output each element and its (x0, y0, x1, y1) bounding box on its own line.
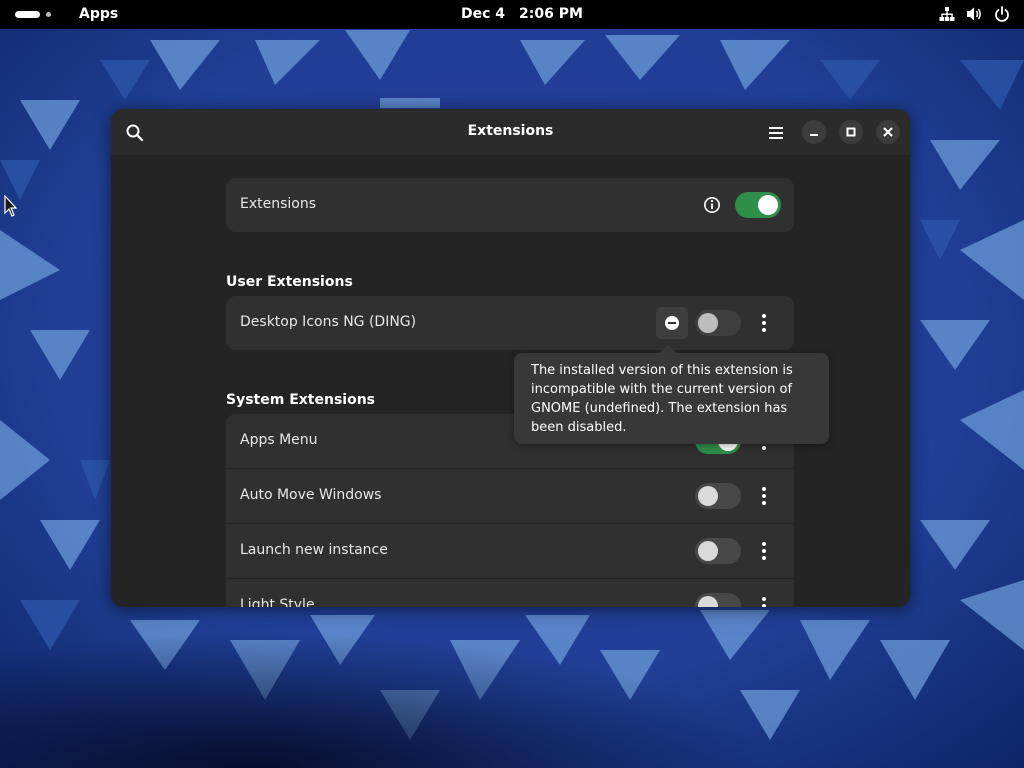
list-item: Light Style (226, 578, 794, 607)
extension-toggle[interactable] (695, 483, 741, 509)
minimize-icon (810, 134, 818, 136)
toggle-knob (698, 596, 718, 607)
extension-name: Launch new instance (240, 542, 388, 558)
maximize-button[interactable] (839, 120, 863, 144)
window-title: Extensions (467, 123, 554, 139)
extensions-master-toggle[interactable] (735, 192, 781, 218)
system-extensions-heading: System Extensions (226, 392, 375, 408)
error-button[interactable] (656, 307, 688, 339)
workspace-dot (46, 12, 51, 17)
extensions-toggle-card: Extensions (226, 178, 794, 232)
extension-toggle[interactable] (695, 593, 741, 607)
network-icon (939, 7, 955, 21)
info-icon[interactable] (703, 196, 721, 214)
toggle-knob (698, 486, 718, 506)
hamburger-menu-icon[interactable] (765, 122, 787, 144)
extensions-toggle-row: Extensions (226, 178, 794, 232)
volume-icon (967, 7, 981, 21)
toggle-knob (698, 541, 718, 561)
close-button[interactable] (876, 120, 900, 144)
toggle-knob (758, 195, 778, 215)
system-tray[interactable] (939, 6, 1010, 22)
more-options-icon[interactable] (754, 484, 774, 508)
more-options-icon[interactable] (754, 594, 774, 607)
mouse-cursor-icon (4, 195, 18, 217)
list-item: Launch new instance (226, 523, 794, 578)
toggle-knob (698, 313, 718, 333)
extension-toggle[interactable] (695, 538, 741, 564)
apps-button[interactable]: Apps (79, 6, 118, 22)
more-options-icon[interactable] (754, 539, 774, 563)
error-minus-icon (665, 316, 679, 330)
user-extensions-list: Desktop Icons NG (DING) (226, 296, 794, 350)
error-tooltip: The installed version of this extension … (514, 344, 829, 444)
extension-name: Light Style (240, 597, 315, 607)
more-options-icon[interactable] (754, 311, 774, 335)
top-bar: Apps Dec 4 2:06 PM (0, 0, 1024, 29)
active-workspace-pill (15, 11, 40, 18)
extension-name: Desktop Icons NG (DING) (240, 314, 417, 330)
tooltip-text: The installed version of this extension … (531, 363, 793, 435)
minimize-button[interactable] (802, 120, 826, 144)
user-extensions-heading: User Extensions (226, 274, 353, 290)
workspace-indicator[interactable] (15, 11, 55, 19)
clock[interactable]: Dec 4 2:06 PM (461, 6, 583, 22)
header-bar: Extensions (111, 109, 910, 155)
extensions-toggle-label: Extensions (240, 196, 317, 212)
power-icon (995, 6, 1009, 22)
extension-name: Auto Move Windows (240, 487, 382, 503)
close-icon (883, 127, 893, 137)
clock-date: Dec 4 (461, 6, 506, 22)
maximize-icon (846, 127, 856, 137)
clock-time: 2:06 PM (519, 6, 583, 22)
extension-name: Apps Menu (240, 432, 318, 448)
list-item: Auto Move Windows (226, 468, 794, 523)
extension-toggle[interactable] (695, 310, 741, 336)
list-item: Desktop Icons NG (DING) (226, 296, 794, 350)
